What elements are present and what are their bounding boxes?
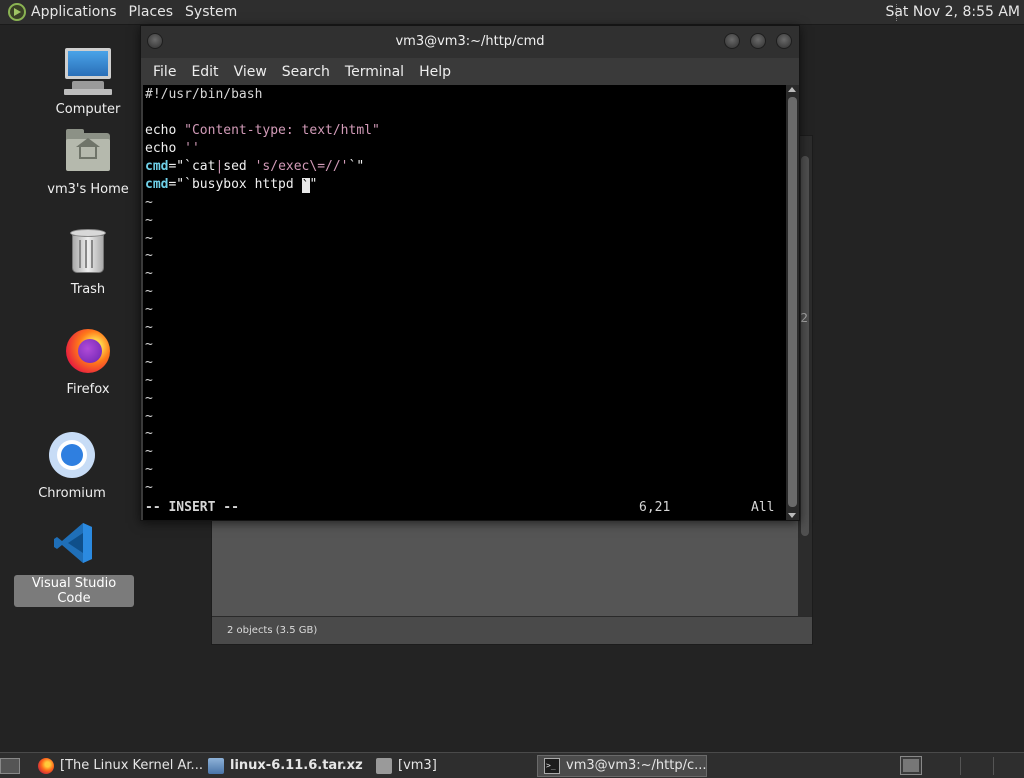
tilde-line: ~ [145, 337, 153, 353]
desktop-icon-label: Computer [55, 102, 121, 117]
close-button[interactable] [776, 33, 792, 49]
folder-icon [376, 758, 392, 774]
desktop-icon-label: vm3's Home [47, 182, 129, 197]
menu-edit[interactable]: Edit [185, 64, 224, 80]
terminal-menubar: File Edit View Search Terminal Help [141, 58, 799, 85]
task-terminal[interactable]: vm3@vm3:~/http/c... [537, 755, 707, 777]
scroll-thumb[interactable] [788, 97, 797, 507]
workspace-switcher[interactable] [900, 756, 922, 775]
archive-icon [208, 758, 224, 774]
task-label: [vm3] [398, 758, 437, 773]
task-label: linux-6.11.6.tar.xz [230, 758, 363, 773]
menu-search[interactable]: Search [276, 64, 336, 80]
tilde-line: ~ [145, 212, 153, 228]
task-folder[interactable]: [vm3] [370, 755, 536, 777]
top-menu: Applications Places System [0, 0, 243, 25]
code-line-5: cmd="`cat|sed 's/exec\=//'`" [145, 159, 365, 174]
menu-help[interactable]: Help [413, 64, 457, 80]
chromium-icon [46, 429, 98, 481]
tilde-line: ~ [145, 301, 153, 317]
tilde-line: ~ [145, 462, 153, 477]
menu-view[interactable]: View [228, 64, 273, 80]
trash-icon [62, 225, 114, 277]
desktop-icon-label: Visual Studio Code [14, 575, 134, 607]
task-label: vm3@vm3:~/http/c... [566, 758, 707, 773]
text-cursor: ` [301, 178, 310, 194]
desktop-icon-trash[interactable]: Trash [38, 225, 138, 298]
task-label: [The Linux Kernel Ar... [60, 758, 202, 773]
code-line-6: cmd="`busybox httpd `" [145, 177, 318, 194]
tilde-line: ~ [145, 248, 153, 264]
cursor-position: 6,21 [639, 500, 671, 515]
tilde-line: ~ [145, 266, 153, 282]
tilde-line: ~ [145, 230, 153, 246]
code-line-1: #!/usr/bin/bash [145, 87, 263, 102]
file-manager-status: 2 objects (3.5 GB) [212, 616, 812, 644]
tilde-line: ~ [145, 479, 153, 495]
terminal-icon [544, 756, 560, 776]
code-line-3: echo "Content-type: text/html" [145, 123, 380, 138]
terminal-scrollbar[interactable] [786, 85, 799, 520]
home-folder-icon [62, 125, 114, 177]
desktop-icon-label: Firefox [66, 382, 110, 397]
desktop-icon-firefox[interactable]: Firefox [38, 325, 138, 398]
tilde-line: ~ [145, 195, 153, 210]
tilde-line: ~ [145, 444, 153, 460]
scroll-position: All [751, 500, 775, 515]
file-manager-scrollbar[interactable] [798, 136, 812, 617]
terminal-window[interactable]: vm3@vm3:~/http/cmd File Edit View Search… [140, 25, 800, 521]
desktop-icon-label: Chromium [38, 486, 106, 501]
scroll-down-icon[interactable] [788, 513, 796, 518]
bottom-taskbar: [The Linux Kernel Ar... linux-6.11.6.tar… [0, 752, 1024, 778]
menu-terminal[interactable]: Terminal [339, 64, 410, 80]
computer-icon [62, 45, 114, 97]
code-line-4: echo '' [145, 141, 200, 156]
taskbar-separator [993, 757, 994, 775]
clock[interactable]: Sat Nov 2, 8:55 AM [877, 0, 1024, 25]
applications-icon [8, 3, 26, 21]
tilde-line: ~ [145, 373, 153, 388]
terminal-screen[interactable]: #!/usr/bin/bash echo "Content-type: text… [143, 85, 786, 520]
desktop-icon-vscode[interactable]: Visual Studio Code [14, 519, 134, 607]
minimize-button[interactable] [724, 33, 740, 49]
firefox-icon [38, 758, 54, 774]
show-desktop-button[interactable] [0, 758, 20, 774]
tilde-line: ~ [145, 355, 153, 371]
maximize-button[interactable] [750, 33, 766, 49]
vscode-icon [48, 519, 100, 571]
file-area [212, 519, 800, 617]
places-menu[interactable]: Places [123, 0, 180, 25]
menu-file[interactable]: File [147, 64, 182, 80]
terminal-titlebar[interactable]: vm3@vm3:~/http/cmd [141, 26, 799, 58]
task-archive[interactable]: linux-6.11.6.tar.xz [202, 755, 370, 777]
tilde-line: ~ [145, 284, 153, 299]
desktop-icon-home[interactable]: vm3's Home [38, 125, 138, 198]
tilde-line: ~ [145, 426, 153, 442]
tilde-line: ~ [145, 408, 153, 424]
taskbar-separator [960, 757, 961, 775]
system-menu[interactable]: System [179, 0, 243, 25]
window-menu-button[interactable] [147, 33, 163, 49]
scroll-up-icon[interactable] [788, 87, 796, 92]
desktop-icon-chromium[interactable]: Chromium [22, 429, 122, 502]
applications-menu[interactable]: Applications [0, 0, 123, 25]
vim-mode-indicator: -- INSERT -- [145, 500, 239, 515]
applications-label: Applications [31, 3, 117, 20]
tilde-line: ~ [145, 319, 153, 335]
task-firefox[interactable]: [The Linux Kernel Ar... [32, 755, 202, 777]
desktop-icon-label: Trash [70, 282, 106, 297]
peek-text: 2 [800, 311, 808, 325]
top-panel: Applications Places System Sat Nov 2, 8:… [0, 0, 1024, 25]
firefox-icon [62, 325, 114, 377]
tilde-line: ~ [145, 390, 153, 406]
window-title: vm3@vm3:~/http/cmd [395, 34, 545, 49]
desktop-icon-computer[interactable]: Computer [38, 45, 138, 118]
